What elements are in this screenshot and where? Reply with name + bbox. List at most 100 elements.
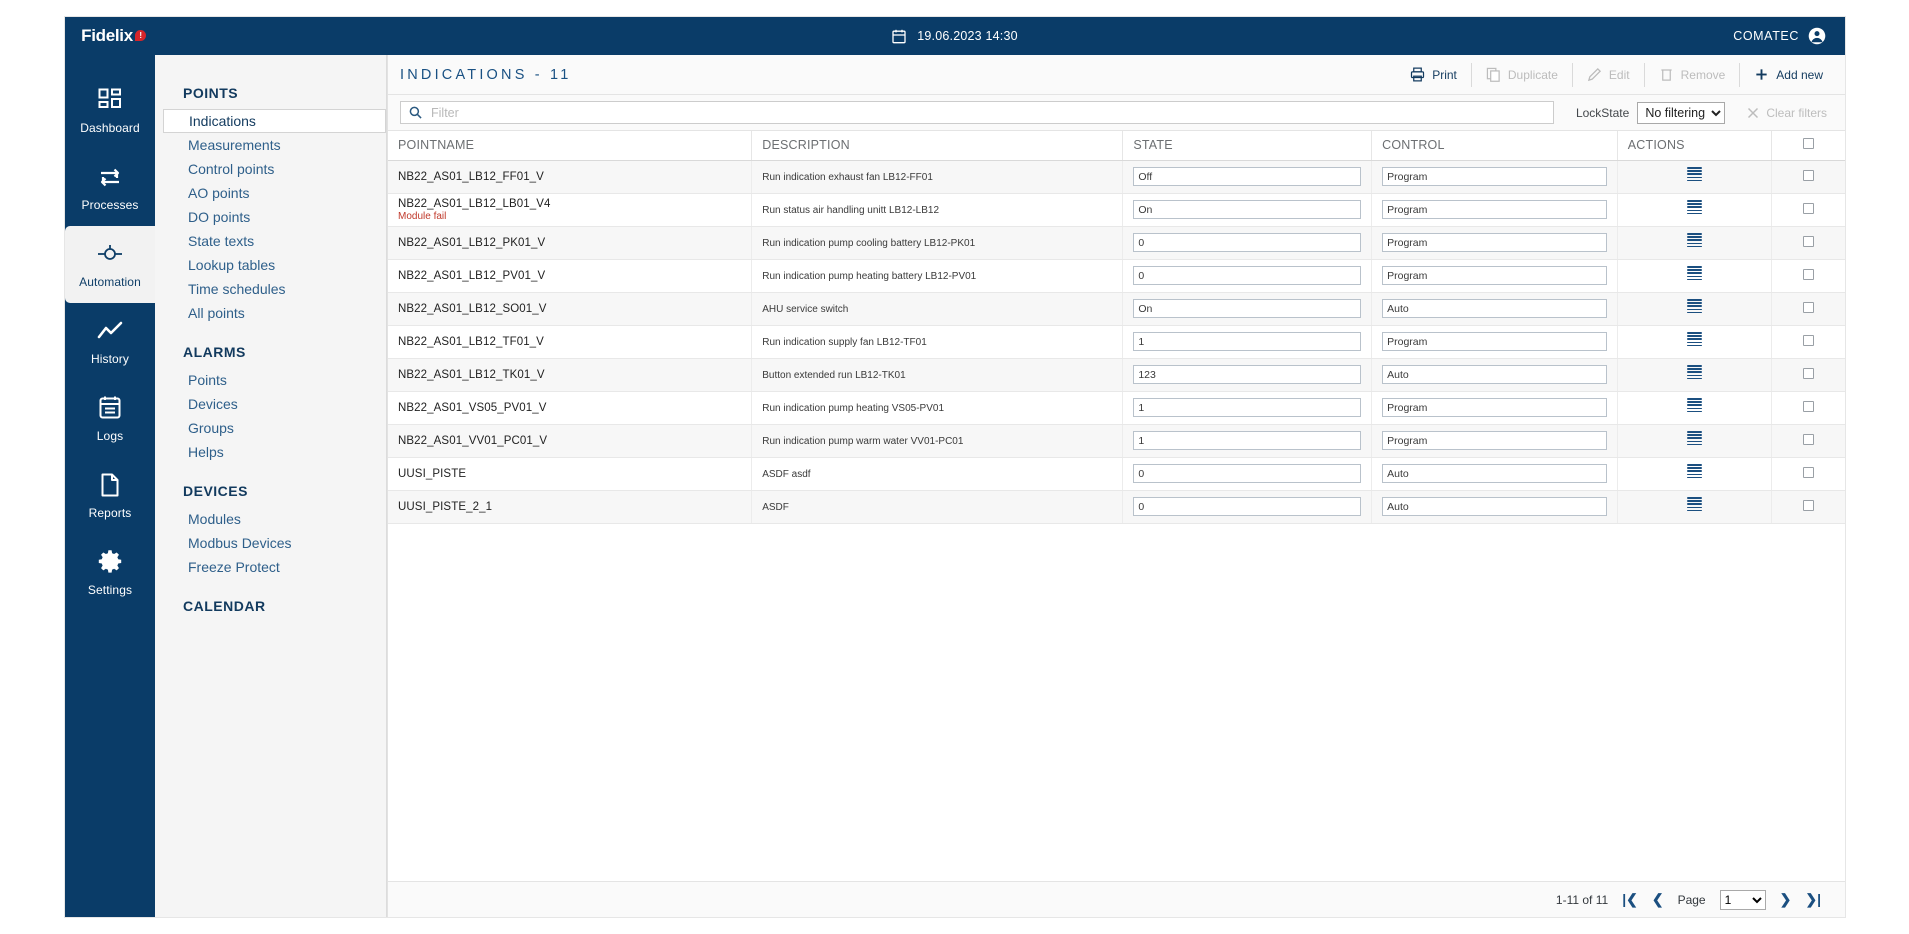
- table-row[interactable]: NB22_AS01_LB12_LB01_V4 Module fail Run sta…: [388, 193, 1845, 227]
- page-select[interactable]: 1: [1719, 889, 1766, 910]
- subnav-item-lookup-tables[interactable]: Lookup tables: [155, 253, 386, 277]
- state-input[interactable]: [1133, 332, 1362, 351]
- table-row[interactable]: NB22_AS01_LB12_TF01_V Run indication supp…: [388, 325, 1845, 359]
- user-menu[interactable]: COMATEC: [1733, 27, 1826, 45]
- state-input[interactable]: [1133, 167, 1362, 186]
- state-input[interactable]: [1133, 200, 1362, 219]
- row-checkbox[interactable]: [1802, 499, 1814, 511]
- state-input[interactable]: [1133, 497, 1362, 516]
- row-checkbox[interactable]: [1802, 466, 1814, 478]
- table-row[interactable]: NB22_AS01_LB12_FF01_V Run indication exha…: [388, 160, 1845, 194]
- section-title-calendar[interactable]: CALENDAR: [155, 579, 386, 622]
- control-input[interactable]: [1382, 365, 1607, 384]
- column-header-pointname[interactable]: POINTNAME: [388, 131, 753, 161]
- row-checkbox[interactable]: [1802, 169, 1814, 181]
- table-row[interactable]: NB22_AS01_LB12_TK01_V Button extended run…: [388, 358, 1845, 392]
- next-page-icon[interactable]: ❯: [1780, 891, 1792, 908]
- subnav-item-indications[interactable]: Indications: [163, 109, 386, 133]
- subnav-item-modules[interactable]: Modules: [155, 507, 386, 531]
- control-input[interactable]: [1382, 398, 1607, 417]
- subnav-item-state-texts[interactable]: State texts: [155, 229, 386, 253]
- state-input[interactable]: [1133, 431, 1362, 450]
- subnav-item-ao-points[interactable]: AO points: [155, 181, 386, 205]
- calendar-icon[interactable]: [892, 29, 906, 44]
- subnav-item-alarm-groups[interactable]: Groups: [155, 416, 386, 440]
- row-checkbox[interactable]: [1802, 400, 1814, 412]
- state-input[interactable]: [1133, 398, 1362, 417]
- row-menu-icon[interactable]: [1686, 167, 1702, 183]
- row-menu-icon[interactable]: [1686, 497, 1702, 513]
- first-page-icon[interactable]: |❮: [1622, 891, 1638, 908]
- control-input[interactable]: [1382, 200, 1607, 219]
- clear-filters-button[interactable]: Clear filters: [1747, 106, 1827, 120]
- row-checkbox[interactable]: [1802, 268, 1814, 280]
- subnav-item-alarm-points[interactable]: Points: [155, 368, 386, 392]
- control-input[interactable]: [1382, 167, 1607, 186]
- control-input[interactable]: [1382, 299, 1607, 318]
- row-checkbox[interactable]: [1802, 301, 1814, 313]
- subnav-item-do-points[interactable]: DO points: [155, 205, 386, 229]
- state-input[interactable]: [1133, 299, 1362, 318]
- subnav-item-control-points[interactable]: Control points: [155, 157, 386, 181]
- sidebar-item-history[interactable]: History: [65, 303, 155, 380]
- table-row[interactable]: NB22_AS01_VS05_PV01_V Run indication pump…: [388, 391, 1845, 425]
- row-menu-icon[interactable]: [1686, 266, 1702, 282]
- row-menu-icon[interactable]: [1686, 299, 1702, 315]
- table-row[interactable]: NB22_AS01_VV01_PC01_V Run indication pump…: [388, 424, 1845, 458]
- search-input[interactable]: [429, 104, 1545, 121]
- control-input[interactable]: [1382, 233, 1607, 252]
- lockstate-select[interactable]: No filtering: [1637, 101, 1726, 124]
- control-input[interactable]: [1382, 266, 1607, 285]
- row-checkbox[interactable]: [1802, 334, 1814, 346]
- column-header-description[interactable]: DESCRIPTION: [751, 131, 1124, 161]
- row-menu-icon[interactable]: [1686, 233, 1702, 249]
- brand-logo[interactable]: Fidelix !: [65, 26, 155, 46]
- remove-button[interactable]: Remove: [1645, 62, 1741, 87]
- row-menu-icon[interactable]: [1686, 332, 1702, 348]
- control-input[interactable]: [1382, 332, 1607, 351]
- table-row[interactable]: NB22_AS01_LB12_PK01_V Run indication pump…: [388, 226, 1845, 260]
- column-header-state[interactable]: STATE: [1122, 131, 1373, 161]
- row-menu-icon[interactable]: [1686, 431, 1702, 447]
- select-all-checkbox[interactable]: [1802, 138, 1814, 150]
- control-input[interactable]: [1382, 431, 1607, 450]
- row-checkbox[interactable]: [1802, 433, 1814, 445]
- state-input[interactable]: [1133, 365, 1362, 384]
- row-menu-icon[interactable]: [1686, 464, 1702, 480]
- subnav-item-time-schedules[interactable]: Time schedules: [155, 277, 386, 301]
- filter-field[interactable]: [400, 101, 1554, 124]
- sidebar-item-processes[interactable]: Processes: [65, 149, 155, 226]
- row-checkbox[interactable]: [1802, 235, 1814, 247]
- edit-button[interactable]: Edit: [1573, 62, 1645, 87]
- column-header-control[interactable]: CONTROL: [1371, 131, 1618, 161]
- row-checkbox[interactable]: [1802, 202, 1814, 214]
- previous-page-icon[interactable]: ❮: [1652, 891, 1664, 908]
- table-row[interactable]: UUSI_PISTE ASDF asdf: [388, 457, 1845, 491]
- column-header-select-all[interactable]: [1771, 131, 1845, 161]
- print-button[interactable]: Print: [1396, 62, 1472, 87]
- control-input[interactable]: [1382, 464, 1607, 483]
- row-menu-icon[interactable]: [1686, 200, 1702, 216]
- sidebar-item-logs[interactable]: Logs: [65, 380, 155, 457]
- row-menu-icon[interactable]: [1686, 398, 1702, 414]
- add-new-button[interactable]: Add new: [1740, 63, 1827, 87]
- subnav-item-alarm-helps[interactable]: Helps: [155, 440, 386, 464]
- sidebar-item-dashboard[interactable]: Dashboard: [65, 72, 155, 149]
- table-row[interactable]: NB22_AS01_LB12_PV01_V Run indication pump…: [388, 259, 1845, 293]
- last-page-icon[interactable]: ❯|: [1805, 891, 1821, 908]
- column-header-actions[interactable]: ACTIONS: [1617, 131, 1772, 161]
- table-row[interactable]: UUSI_PISTE_2_1 ASDF: [388, 490, 1845, 524]
- subnav-item-alarm-devices[interactable]: Devices: [155, 392, 386, 416]
- sidebar-item-settings[interactable]: Settings: [65, 534, 155, 611]
- sidebar-item-automation[interactable]: Automation: [65, 226, 155, 303]
- subnav-item-measurements[interactable]: Measurements: [155, 133, 386, 157]
- subnav-item-all-points[interactable]: All points: [155, 301, 386, 325]
- control-input[interactable]: [1382, 497, 1607, 516]
- subnav-item-freeze-protect[interactable]: Freeze Protect: [155, 555, 386, 579]
- table-row[interactable]: NB22_AS01_LB12_SO01_V AHU service switch: [388, 292, 1845, 326]
- state-input[interactable]: [1133, 233, 1362, 252]
- row-menu-icon[interactable]: [1686, 365, 1702, 381]
- sidebar-item-reports[interactable]: Reports: [65, 457, 155, 534]
- duplicate-button[interactable]: Duplicate: [1472, 62, 1573, 87]
- subnav-item-modbus-devices[interactable]: Modbus Devices: [155, 531, 386, 555]
